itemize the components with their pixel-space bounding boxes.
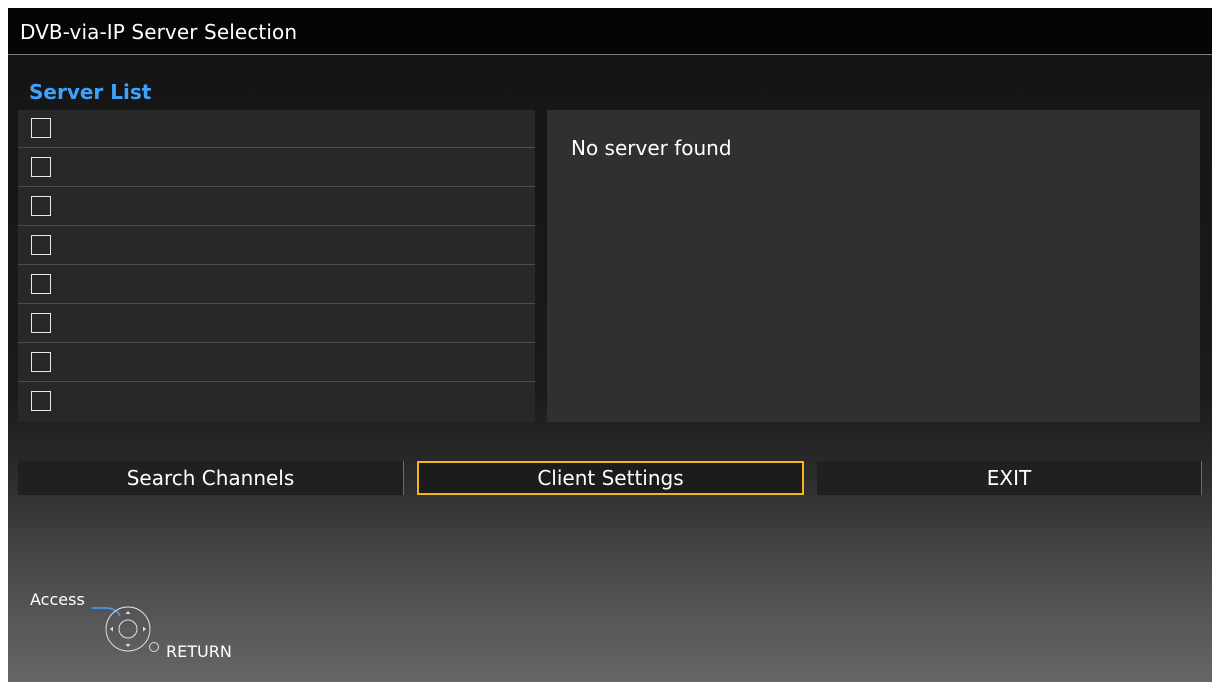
tv-screen: DVB-via-IP Server Selection Server List … [8,8,1212,682]
checkbox[interactable] [31,196,51,216]
checkbox[interactable] [31,118,51,138]
return-button-icon [149,642,159,652]
server-row-6[interactable] [18,305,535,343]
server-list [18,110,535,422]
server-row-7[interactable] [18,344,535,382]
server-info-panel: No server found [547,110,1200,422]
server-row-8[interactable] [18,383,535,422]
client-settings-button[interactable]: Client Settings [417,461,804,495]
checkbox[interactable] [31,274,51,294]
title-bar: DVB-via-IP Server Selection [8,8,1212,55]
server-list-label: Server List [29,80,152,104]
status-message: No server found [571,136,732,160]
exit-button[interactable]: EXIT [817,461,1202,495]
checkbox[interactable] [31,313,51,333]
checkbox[interactable] [31,352,51,372]
search-channels-button[interactable]: Search Channels [18,461,404,495]
checkbox[interactable] [31,157,51,177]
checkbox[interactable] [31,235,51,255]
access-hint-label: Access [30,590,85,609]
server-row-1[interactable] [18,110,535,148]
checkbox[interactable] [31,391,51,411]
dpad-navigation-icon [92,606,151,652]
server-row-2[interactable] [18,149,535,187]
return-hint-label: RETURN [166,642,232,661]
server-row-4[interactable] [18,227,535,265]
server-row-3[interactable] [18,188,535,226]
page-title: DVB-via-IP Server Selection [20,20,298,44]
server-row-5[interactable] [18,266,535,304]
